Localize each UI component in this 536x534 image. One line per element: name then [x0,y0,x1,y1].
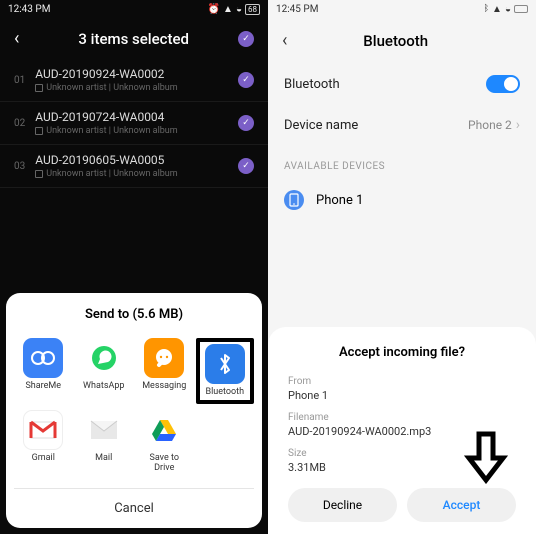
button-row: Decline Accept [288,488,516,522]
phone-device-icon [284,190,304,210]
app-gmail[interactable]: Gmail [14,410,73,474]
field-value: Phone 1 [288,389,516,402]
phone-left: 12:43 PM ⏰ ▲ ◒ 68 ‹ 3 items selected ✓ 0… [0,0,268,534]
mail-icon [84,410,124,450]
gmail-icon [23,410,63,450]
select-all-toggle[interactable]: ✓ [238,31,254,47]
track-name: AUD-20190724-WA0004 [35,110,238,124]
bluetooth-switch[interactable] [486,75,520,93]
track-subtitle: Unknown artist | Unknown album [35,169,238,179]
available-device-row[interactable]: Phone 1 [268,180,536,220]
share-grid: ShareMe WhatsApp Messaging Blu [14,338,254,474]
bluetooth-highlight-frame: Bluetooth [196,338,255,404]
app-messaging[interactable]: Messaging [135,338,194,404]
battery-icon: 68 [245,4,260,15]
app-label: Messaging [142,382,186,392]
app-whatsapp[interactable]: WhatsApp [75,338,134,404]
track-checkbox[interactable]: ✓ [238,72,254,88]
section-header: AVAILABLE DEVICES [268,145,536,180]
track-number: 02 [14,118,25,129]
app-label: Save to Drive [150,454,179,474]
alarm-icon: ⏰ [208,4,220,15]
sdcard-icon [35,84,43,92]
sdcard-icon [35,127,43,135]
status-time: 12:43 PM [8,4,50,15]
wifi-icon: ◒ [236,4,242,15]
signal-icon: ▲ [492,4,502,15]
header: ‹ Bluetooth [268,18,536,63]
header: ‹ 3 items selected ✓ [0,18,268,59]
track-number: 03 [14,161,25,172]
track-checkbox[interactable]: ✓ [238,158,254,174]
track-row[interactable]: 03 AUD-20190605-WA0005 Unknown artist | … [0,145,268,188]
size-field: Size 3.31MB [288,448,516,474]
app-label: ShareMe [25,382,61,392]
app-label: Gmail [32,454,55,464]
share-sheet: Send to (5.6 MB) ShareMe WhatsApp Messag… [6,293,262,528]
track-number: 01 [14,75,25,86]
header-title: Bluetooth [287,32,504,50]
status-icons: ⏰ ▲ ◒ 68 [208,4,260,15]
cancel-button[interactable]: Cancel [14,488,254,528]
sdcard-icon [35,170,43,178]
shareme-icon [23,338,63,378]
back-icon[interactable]: ‹ [14,28,19,49]
track-subtitle: Unknown artist | Unknown album [35,83,238,93]
incoming-file-sheet: Accept incoming file? From Phone 1 Filen… [268,327,536,534]
signal-icon: ▲ [223,4,233,15]
whatsapp-icon [84,338,124,378]
app-mail[interactable]: Mail [75,410,134,474]
field-label: From [288,376,516,387]
track-list: 01 AUD-20190924-WA0002 Unknown artist | … [0,59,268,188]
track-info: AUD-20190724-WA0004 Unknown artist | Unk… [35,110,238,136]
field-label: Size [288,448,516,459]
accept-button[interactable]: Accept [407,488,516,522]
status-icons: ᛒ ▲ ◒ [484,4,528,15]
decline-button[interactable]: Decline [288,488,397,522]
track-name: AUD-20190924-WA0002 [35,67,238,81]
filename-field: Filename AUD-20190924-WA0002.mp3 [288,412,516,438]
app-label: WhatsApp [83,382,124,392]
battery-icon [514,5,528,13]
bluetooth-status-icon: ᛒ [484,4,489,14]
app-label: Mail [95,454,112,464]
drive-icon [144,410,184,450]
status-bar: 12:43 PM ⏰ ▲ ◒ 68 [0,0,268,18]
bluetooth-toggle-row[interactable]: Bluetooth [268,63,536,105]
field-value: AUD-20190924-WA0002.mp3 [288,425,516,438]
app-save-to-drive[interactable]: Save to Drive [135,410,194,474]
track-info: AUD-20190924-WA0002 Unknown artist | Unk… [35,67,238,93]
track-name: AUD-20190605-WA0005 [35,153,238,167]
chevron-right-icon: › [516,117,520,133]
track-info: AUD-20190605-WA0005 Unknown artist | Unk… [35,153,238,179]
device-name: Phone 1 [316,193,363,208]
wifi-icon: ◒ [505,4,511,15]
incoming-title: Accept incoming file? [288,345,516,360]
track-checkbox[interactable]: ✓ [238,115,254,131]
app-label: Bluetooth [205,388,244,398]
share-sheet-title: Send to (5.6 MB) [14,307,254,322]
messaging-icon [144,338,184,378]
app-bluetooth[interactable]: Bluetooth [202,344,249,398]
row-label: Device name [284,118,358,133]
phone-right: 12:45 PM ᛒ ▲ ◒ ‹ Bluetooth Bluetooth Dev… [268,0,536,534]
device-name-row[interactable]: Device name Phone 2 › [268,105,536,145]
status-time: 12:45 PM [276,4,318,15]
track-subtitle: Unknown artist | Unknown album [35,126,238,136]
from-field: From Phone 1 [288,376,516,402]
bluetooth-icon [205,344,245,384]
field-value: 3.31MB [288,461,516,474]
row-value: Phone 2 › [468,117,520,133]
app-shareme[interactable]: ShareMe [14,338,73,404]
field-label: Filename [288,412,516,423]
row-label: Bluetooth [284,77,340,92]
track-row[interactable]: 01 AUD-20190924-WA0002 Unknown artist | … [0,59,268,102]
header-title: 3 items selected [49,30,218,48]
status-bar: 12:45 PM ᛒ ▲ ◒ [268,0,536,18]
track-row[interactable]: 02 AUD-20190724-WA0004 Unknown artist | … [0,102,268,145]
